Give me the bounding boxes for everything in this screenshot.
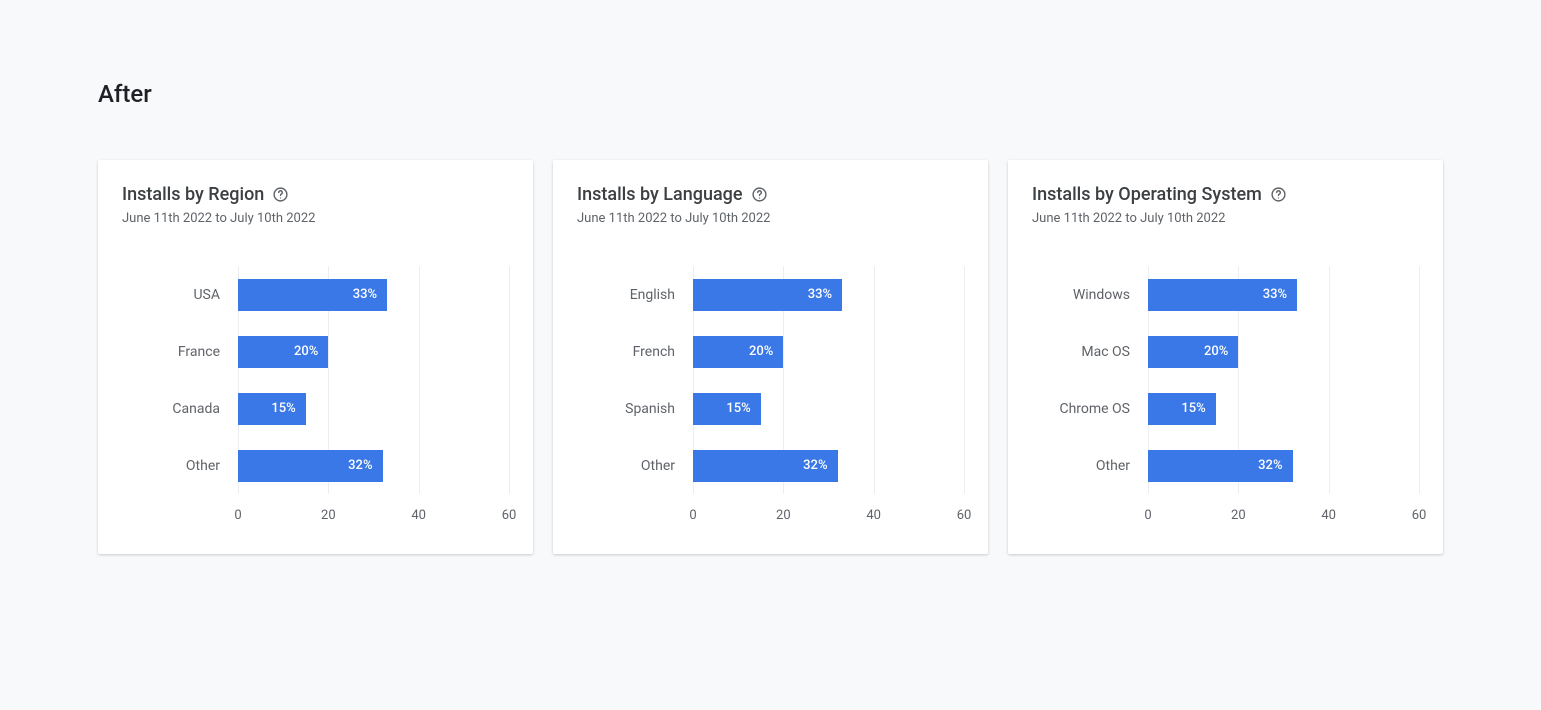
help-icon[interactable] [1270,186,1287,203]
category-label: Chrome OS [1032,380,1148,437]
card-header: Installs by Region [122,184,509,205]
x-axis-ticks: 0 20 40 60 [1148,508,1419,526]
card-title: Installs by Region [122,184,264,205]
category-label: Other [1032,437,1148,494]
x-tick: 0 [234,508,241,523]
x-tick: 60 [502,508,517,523]
bar: 15% [238,393,306,425]
page-title: After [98,80,1443,108]
help-icon[interactable] [272,186,289,203]
bar: 20% [238,336,328,368]
x-tick: 60 [957,508,972,523]
plot-area: 33% 20% 15% 32% [238,266,509,494]
bar: 20% [1148,336,1238,368]
x-axis-ticks: 0 20 40 60 [238,508,509,526]
card-installs-by-language: Installs by Language June 11th 2022 to J… [553,160,988,554]
x-tick: 40 [866,508,881,523]
category-label: Windows [1032,266,1148,323]
category-label: Canada [122,380,238,437]
card-header: Installs by Language [577,184,964,205]
card-subtitle: June 11th 2022 to July 10th 2022 [122,211,509,226]
card-header: Installs by Operating System [1032,184,1419,205]
bar: 33% [238,279,387,311]
help-icon[interactable] [751,186,768,203]
card-subtitle: June 11th 2022 to July 10th 2022 [1032,211,1419,226]
category-label: Other [577,437,693,494]
plot-area: 33% 20% 15% 32% [1148,266,1419,494]
category-labels: USA France Canada Other [122,266,238,494]
category-label: English [577,266,693,323]
plot-area: 33% 20% 15% 32% [693,266,964,494]
category-label: France [122,323,238,380]
card-installs-by-os: Installs by Operating System June 11th 2… [1008,160,1443,554]
card-title: Installs by Language [577,184,743,205]
x-tick: 60 [1412,508,1427,523]
chart-region: USA France Canada Other 33% 20% 15% 32% [122,266,509,526]
bar: 33% [1148,279,1297,311]
x-tick: 40 [1321,508,1336,523]
category-labels: Windows Mac OS Chrome OS Other [1032,266,1148,494]
x-tick: 20 [1231,508,1246,523]
card-subtitle: June 11th 2022 to July 10th 2022 [577,211,964,226]
bar: 15% [1148,393,1216,425]
x-tick: 40 [411,508,426,523]
bar: 33% [693,279,842,311]
chart-os: Windows Mac OS Chrome OS Other 33% 20% 1… [1032,266,1419,526]
bar: 32% [693,450,838,482]
cards-row: Installs by Region June 11th 2022 to Jul… [98,160,1443,554]
x-tick: 0 [1144,508,1151,523]
card-title: Installs by Operating System [1032,184,1262,205]
bar: 15% [693,393,761,425]
bar: 20% [693,336,783,368]
category-labels: English French Spanish Other [577,266,693,494]
category-label: Mac OS [1032,323,1148,380]
bar: 32% [1148,450,1293,482]
chart-language: English French Spanish Other 33% 20% 15%… [577,266,964,526]
x-tick: 20 [776,508,791,523]
x-tick: 20 [321,508,336,523]
gridline [964,266,965,494]
bar: 32% [238,450,383,482]
gridline [509,266,510,494]
category-label: USA [122,266,238,323]
gridline [1419,266,1420,494]
category-label: Spanish [577,380,693,437]
x-axis-ticks: 0 20 40 60 [693,508,964,526]
category-label: French [577,323,693,380]
x-tick: 0 [689,508,696,523]
category-label: Other [122,437,238,494]
card-installs-by-region: Installs by Region June 11th 2022 to Jul… [98,160,533,554]
